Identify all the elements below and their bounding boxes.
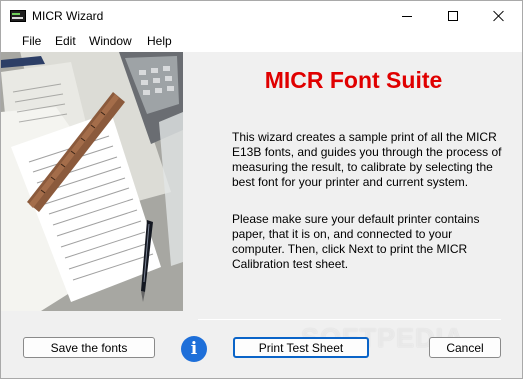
close-icon <box>493 10 505 22</box>
app-terminal-icon <box>10 10 26 22</box>
window-title: MICR Wizard <box>32 9 104 23</box>
close-button[interactable] <box>476 1 522 31</box>
print-test-sheet-button[interactable]: Print Test Sheet <box>233 337 369 358</box>
menu-help[interactable]: Help <box>147 34 172 48</box>
minimize-icon <box>402 15 412 17</box>
instructions-paragraph: Please make sure your default printer co… <box>232 212 480 271</box>
title-bar[interactable]: MICR Wizard <box>1 1 522 31</box>
separator-line <box>198 319 501 320</box>
maximize-icon <box>448 11 458 21</box>
page-heading: MICR Font Suite <box>264 67 443 93</box>
menu-window[interactable]: Window <box>89 34 132 48</box>
info-icon[interactable]: i <box>181 336 207 362</box>
documents-ruler-calculator-photo <box>1 52 183 311</box>
save-fonts-button[interactable]: Save the fonts <box>23 337 155 358</box>
menu-bar: File Edit Window Help <box>1 31 522 52</box>
hero-image <box>1 52 183 311</box>
micr-wizard-window: MICR Wizard File Edit Window Help MICR F… <box>0 0 523 379</box>
intro-paragraph: This wizard creates a sample print of al… <box>232 130 502 189</box>
minimize-button[interactable] <box>384 1 430 31</box>
maximize-button[interactable] <box>430 1 476 31</box>
menu-file[interactable]: File <box>22 34 41 48</box>
menu-edit[interactable]: Edit <box>55 34 76 48</box>
cancel-button[interactable]: Cancel <box>429 337 501 358</box>
